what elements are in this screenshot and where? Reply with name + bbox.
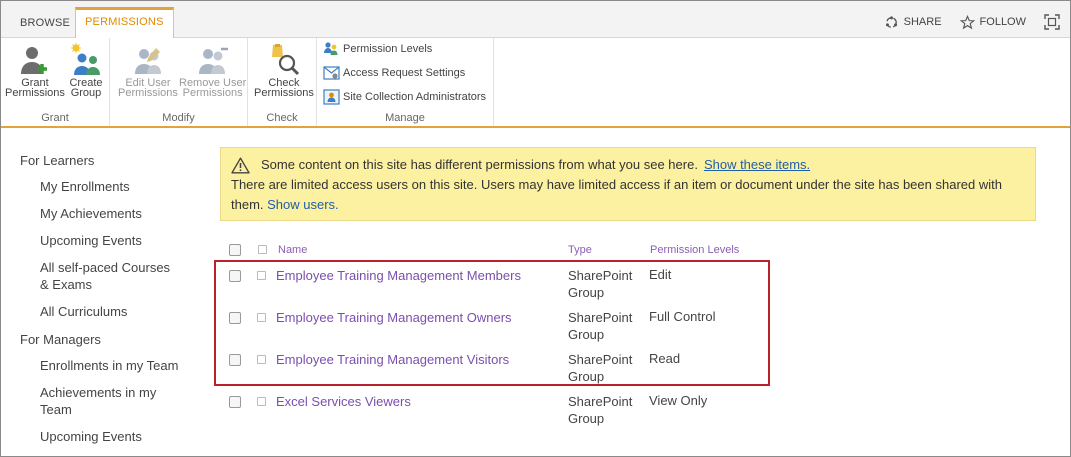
group-name-link[interactable]: Excel Services Viewers (276, 394, 411, 409)
access-request-settings-icon (323, 66, 340, 80)
row-item-checkbox[interactable] (257, 397, 266, 406)
create-group-icon (69, 42, 103, 78)
grant-permissions-label-2: Permissions (5, 87, 65, 99)
warning-text-1: Some content on this site has different … (261, 157, 698, 172)
site-collection-administrators-label: Site Collection Administrators (343, 91, 487, 103)
follow-label: FOLLOW (979, 16, 1026, 28)
nav-item-upcoming-events[interactable]: Upcoming Events (20, 232, 190, 249)
permission-levels-button[interactable]: Permission Levels (323, 41, 432, 57)
column-header-permission-levels[interactable]: Permission Levels (650, 244, 739, 256)
warning-icon (231, 157, 250, 173)
warning-text-2: There are limited access users on this s… (231, 177, 1002, 192)
permissions-warning-banner: Some content on this site has different … (220, 147, 1036, 221)
header-item-checkbox[interactable] (258, 245, 267, 254)
site-collection-administrators-button[interactable]: Site Collection Administrators (323, 89, 486, 105)
share-label: SHARE (903, 16, 942, 28)
warning-line-3: them. Show users. (231, 195, 1025, 215)
show-users-link[interactable]: Show users. (267, 197, 339, 212)
column-header-name[interactable]: Name (278, 244, 307, 256)
access-request-settings-label: Access Request Settings (343, 67, 466, 79)
edit-user-permissions-button[interactable]: Edit User Permissions (118, 42, 178, 99)
edit-user-permissions-icon (131, 42, 165, 78)
ribbon-group-manage: Permission Levels Access Request Setting… (317, 38, 494, 126)
select-all-checkbox[interactable] (229, 244, 241, 256)
group-type: SharePoint Group (568, 393, 643, 427)
grant-permissions-button[interactable]: Grant Permissions (5, 42, 65, 99)
remove-user-permissions-icon (196, 42, 230, 78)
ribbon-group-grant: Grant Permissions Create Group Grant (1, 38, 110, 126)
create-group-button[interactable]: Create Group (69, 42, 103, 99)
ribbon-group-label-manage: Manage (385, 112, 425, 124)
ribbon-group-check: Check Permissions Check (248, 38, 317, 126)
nav-item-all-self-paced-courses[interactable]: All self-paced Courses & Exams (20, 259, 190, 293)
access-request-settings-button[interactable]: Access Request Settings (323, 65, 465, 81)
nav-item-all-self-paced-courses-line-2: & Exams (40, 277, 93, 292)
nav-heading-for-learners[interactable]: For Learners (20, 151, 190, 171)
left-navigation: For Learners My Enrollments My Achieveme… (20, 151, 190, 455)
edit-user-permissions-label-2: Permissions (118, 87, 178, 99)
nav-item-achievements-in-my-team-line-2: Team (40, 402, 72, 417)
focus-icon (1044, 14, 1060, 30)
nav-item-all-self-paced-courses-line-1: All self-paced Courses (40, 260, 171, 275)
ribbon-tab-bar: BROWSE PERMISSIONS SHARE FOLLOW (1, 1, 1070, 39)
nav-item-all-curriculums[interactable]: All Curriculums (20, 303, 190, 320)
nav-item-achievements-in-my-team[interactable]: Achievements in my Team (20, 384, 190, 418)
ribbon-group-label-check: Check (266, 112, 298, 124)
ribbon-group-label-modify: Modify (162, 112, 195, 124)
check-permissions-icon (267, 42, 301, 78)
star-icon (959, 14, 975, 29)
nav-item-my-enrollments[interactable]: My Enrollments (20, 178, 190, 195)
nav-heading-for-managers[interactable]: For Managers (20, 330, 190, 350)
permission-levels-icon (324, 42, 338, 55)
highlight-box (214, 260, 770, 386)
ribbon-group-label-grant: Grant (41, 112, 69, 124)
tab-browse[interactable]: BROWSE (11, 10, 79, 36)
follow-button[interactable]: FOLLOW (959, 14, 1026, 30)
nav-item-enrollments-in-my-team[interactable]: Enrollments in my Team (20, 357, 190, 374)
nav-item-achievements-in-my-team-line-1: Achievements in my (40, 385, 157, 400)
permission-level: View Only (649, 393, 708, 408)
group-type-line-1: SharePoint (568, 394, 633, 409)
focus-on-content-button[interactable] (1044, 14, 1060, 30)
ribbon: Grant Permissions Create Group Grant Edi… (1, 38, 1070, 128)
warning-text-3: them. (231, 197, 264, 212)
nav-item-upcoming-events-managers[interactable]: Upcoming Events (20, 428, 190, 445)
show-these-items-link[interactable]: Show these items. (704, 155, 810, 175)
column-header-type[interactable]: Type (568, 244, 592, 256)
share-button[interactable]: SHARE (884, 15, 942, 30)
tab-permissions[interactable]: PERMISSIONS (75, 7, 174, 39)
site-collection-administrators-icon (323, 89, 340, 105)
nav-item-my-achievements[interactable]: My Achievements (20, 205, 190, 222)
remove-user-permissions-button[interactable]: Remove User Permissions (179, 42, 246, 99)
remove-user-permissions-label-2: Permissions (182, 87, 243, 99)
permission-levels-label: Permission Levels (343, 43, 433, 55)
ribbon-group-modify: Edit User Permissions Remove User Permis… (110, 38, 248, 126)
row-checkbox[interactable] (229, 396, 241, 408)
grant-permissions-icon (18, 42, 52, 78)
share-icon (885, 15, 897, 28)
top-actions: SHARE FOLLOW (884, 12, 1060, 32)
check-permissions-button[interactable]: Check Permissions (254, 42, 314, 99)
warning-line-1: Some content on this site has different … (231, 155, 1025, 175)
group-type-line-2: Group (568, 411, 605, 426)
create-group-label-2: Group (70, 87, 102, 99)
sharepoint-permissions-page: BROWSE PERMISSIONS SHARE FOLLOW Grant Pe… (0, 0, 1071, 457)
check-permissions-label-2: Permissions (254, 87, 314, 99)
